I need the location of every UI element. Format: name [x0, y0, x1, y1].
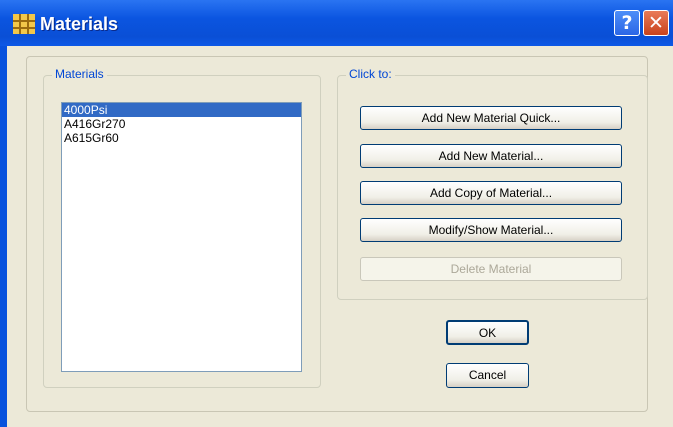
materials-list[interactable]: 4000Psi A416Gr270 A615Gr60: [61, 102, 302, 372]
list-item[interactable]: 4000Psi: [62, 103, 301, 117]
ok-button[interactable]: OK: [446, 320, 529, 345]
add-new-material-quick-button[interactable]: Add New Material Quick...: [360, 106, 622, 130]
list-item[interactable]: A416Gr270: [62, 117, 301, 131]
add-copy-of-material-button[interactable]: Add Copy of Material...: [360, 181, 622, 205]
materials-dialog: Materials ? ✕ Materials 4000Psi A416Gr27…: [0, 0, 673, 427]
click-to-group-label: Click to:: [346, 67, 395, 81]
modify-show-material-button[interactable]: Modify/Show Material...: [360, 218, 622, 242]
cancel-button[interactable]: Cancel: [446, 363, 529, 388]
delete-material-button: Delete Material: [360, 257, 622, 281]
grid-icon: [13, 14, 35, 34]
add-new-material-button[interactable]: Add New Material...: [360, 144, 622, 168]
list-item[interactable]: A615Gr60: [62, 131, 301, 145]
help-button[interactable]: ?: [614, 10, 640, 36]
title-bar[interactable]: Materials ? ✕: [0, 0, 673, 46]
window-title: Materials: [40, 14, 119, 34]
materials-group-label: Materials: [52, 67, 107, 81]
close-button[interactable]: ✕: [643, 10, 669, 36]
